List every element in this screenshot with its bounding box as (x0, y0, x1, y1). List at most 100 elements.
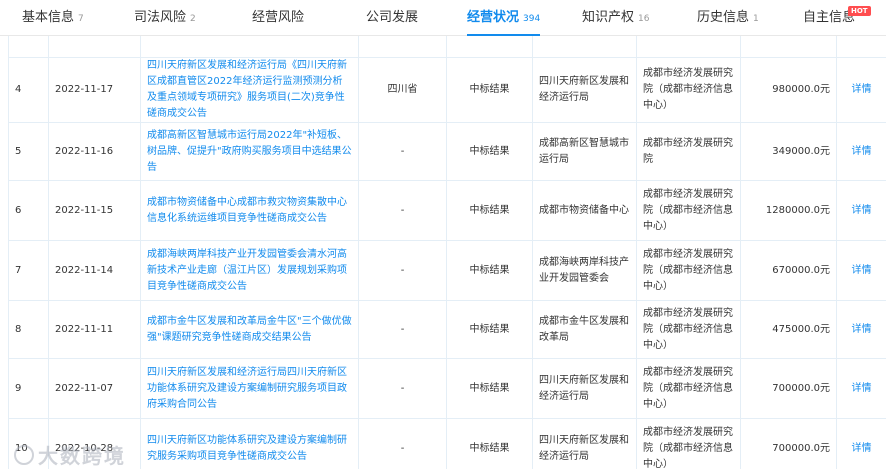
table-cell: 349000.0元 (740, 122, 837, 181)
table-row: 6 2022-11-15 成都市物资储备中心成都市救灾物资集散中心信息化系统运维项目… (8, 180, 886, 241)
row-amount: 980000.0元 (772, 84, 830, 95)
row-amount: 700000.0元 (772, 442, 830, 454)
row-amount: 1280000.0元 (765, 204, 830, 216)
table-cell: 四川天府新区发展和经济运行局 (532, 418, 637, 469)
table-cell: 2022-11-15 (48, 180, 141, 241)
table-cell: 成都市经济发展研究院（成都市经济信息中心） (636, 358, 741, 419)
table-row: 治理体系及融合应用研究政府采购合同公告 中标结果保障信息中心院 详情 (8, 36, 886, 58)
tab-label: 司法风险 (134, 10, 187, 25)
table-cell: - (358, 122, 447, 181)
table-cell: 2022-11-14 (48, 240, 141, 301)
table-row: 4 2022-11-17 四川天府新区发展和经济运行局《四川天府新区成都直管区202… (8, 57, 886, 123)
row-amount: 700000.0元 (772, 382, 830, 394)
row-stage: 中标结果 (469, 204, 510, 216)
row-date: 2022-11-16 (55, 145, 114, 157)
table-cell: 四川省 (358, 57, 447, 123)
row-province: - (400, 382, 405, 394)
bidding-table-viewport[interactable]: 治理体系及融合应用研究政府采购合同公告中标结果保障信息中心院详情42022-11… (0, 36, 886, 469)
row-purchaser: 成都市物资储备中心 (539, 204, 629, 216)
table-cell: 2022-11-07 (48, 358, 141, 419)
table-cell: 9 (8, 358, 49, 419)
table-cell: 700000.0元 (740, 418, 837, 469)
row-province: - (400, 204, 405, 216)
table-cell: 6 (8, 180, 49, 241)
table-cell: 中标结果 (446, 358, 533, 419)
tab-operating-risk[interactable]: 经营风险 (252, 0, 304, 36)
row-winner: 成都市经济发展研究院（成都市经济信息中心） (643, 188, 733, 232)
row-date: 2022-11-15 (55, 204, 114, 216)
table-cell: 四川天府新区发展和经济运行局 (532, 358, 637, 419)
details-link[interactable]: 详情 (852, 84, 872, 95)
details-link[interactable]: 详情 (852, 443, 872, 454)
project-title-link[interactable]: 成都高新区智慧城市运行局2022年"补短板、树品牌、促提升"政府购买服务项目中选… (147, 130, 352, 173)
project-title-link[interactable]: 四川天府新区功能体系研究及建设方案编制研究服务采购项目竞争性磋商成交公告 (147, 435, 347, 462)
row-amount: 349000.0元 (772, 145, 830, 157)
details-link[interactable]: 详情 (852, 265, 872, 276)
table-cell: 保障信息中心 (532, 36, 637, 58)
tab-judicial-risk[interactable]: 司法风险 2 (134, 0, 196, 36)
row-purchaser: 四川天府新区发展和经济运行局 (539, 434, 629, 462)
row-stage: 中标结果 (469, 382, 510, 394)
row-winner: 成都市经济发展研究院 (643, 137, 733, 165)
row-index: 6 (15, 204, 22, 216)
table-cell: 成都市经济发展研究院（成都市经济信息中心） (636, 300, 741, 359)
details-link[interactable]: 详情 (852, 205, 872, 216)
watermark-text: 大数跨境 (38, 444, 126, 468)
table-cell: 详情 (836, 180, 886, 241)
tab-operating-status[interactable]: 经营状况 394 (467, 0, 541, 36)
row-stage: 中标结果 (469, 264, 510, 276)
tab-basic-info[interactable]: 基本信息 7 (22, 0, 84, 36)
table-cell: 四川天府新区发展和经济运行局《四川天府新区成都直管区2022年经济运行监测预测分… (140, 57, 359, 123)
project-title-link[interactable]: 成都市金牛区发展和改革局金牛区"三个做优做强"课题研究竞争性磋商成交结果公告 (147, 316, 352, 343)
tab-self-info[interactable]: 自主信息 (803, 0, 855, 36)
table-row: 8 2022-11-11 成都市金牛区发展和改革局金牛区"三个做优做强"课题研究竞争… (8, 300, 886, 359)
row-province: 四川省 (387, 84, 418, 95)
table-row: 5 2022-11-16 成都高新区智慧城市运行局2022年"补短板、树品牌、促提升… (8, 122, 886, 181)
row-amount: 670000.0元 (772, 264, 830, 276)
row-index: 8 (15, 323, 22, 335)
tab-label: 基本信息 (22, 10, 75, 25)
table-cell: 成都市物资储备中心成都市救灾物资集散中心信息化系统运维项目竞争性磋商成交公告 (140, 180, 359, 241)
row-winner: 成都市经济发展研究院（成都市经济信息中心） (643, 366, 733, 410)
table-cell: 详情 (836, 57, 886, 123)
table-cell: 四川天府新区发展和经济运行局 (532, 57, 637, 123)
tab-label: 历史信息 (697, 10, 750, 25)
table-cell: 详情 (836, 300, 886, 359)
table-cell: 中标结果 (446, 418, 533, 469)
row-purchaser: 成都高新区智慧城市运行局 (539, 137, 629, 165)
table-cell: 2022-11-11 (48, 300, 141, 359)
row-purchaser: 四川天府新区发展和经济运行局 (539, 76, 629, 103)
table-row: 7 2022-11-14 成都海峡两岸科技产业开发园管委会清水河高新技术产业走廊（温… (8, 240, 886, 301)
row-date: 2022-11-07 (55, 382, 114, 394)
table-cell: 7 (8, 240, 49, 301)
details-link[interactable]: 详情 (852, 324, 872, 335)
details-link[interactable]: 详情 (852, 146, 872, 157)
tab-label: 知识产权 (582, 10, 635, 25)
project-title-link[interactable]: 成都市物资储备中心成都市救灾物资集散中心信息化系统运维项目竞争性磋商成交公告 (147, 197, 347, 224)
table-cell: 详情 (836, 36, 886, 58)
tab-label: 公司发展 (366, 10, 419, 25)
table-cell: 详情 (836, 358, 886, 419)
table-cell: - (358, 418, 447, 469)
table-cell: 中标结果 (446, 300, 533, 359)
details-link[interactable]: 详情 (852, 383, 872, 394)
table-cell: 5 (8, 122, 49, 181)
tab-count: 2 (190, 14, 196, 24)
project-title-link[interactable]: 四川天府新区发展和经济运行局四川天府新区功能体系研究及建设方案编制研究服务项目政… (147, 367, 347, 410)
table-cell (48, 36, 141, 58)
project-title-link[interactable]: 四川天府新区发展和经济运行局《四川天府新区成都直管区2022年经济运行监测预测分… (147, 60, 347, 119)
tab-history-info[interactable]: 历史信息 1 (697, 0, 759, 36)
tab-label: 经营风险 (252, 10, 305, 25)
project-title-link[interactable]: 成都海峡两岸科技产业开发园管委会清水河高新技术产业走廊（温江片区）发展规划采购项… (147, 249, 347, 292)
table-cell: 成都高新区智慧城市运行局 (532, 122, 637, 181)
tab-company-development[interactable]: 公司发展 (366, 0, 418, 36)
row-date: 2022-11-11 (55, 323, 114, 335)
row-province: - (400, 145, 405, 157)
table-cell: 成都市金牛区发展和改革局 (532, 300, 637, 359)
row-purchaser: 成都海峡两岸科技产业开发园管委会 (539, 256, 629, 284)
row-stage: 中标结果 (469, 145, 510, 157)
row-index: 7 (15, 264, 22, 276)
tab-intellectual-property[interactable]: 知识产权 16 (582, 0, 649, 36)
table-cell: 980000.0元 (740, 57, 837, 123)
tab-count: 16 (638, 14, 650, 24)
